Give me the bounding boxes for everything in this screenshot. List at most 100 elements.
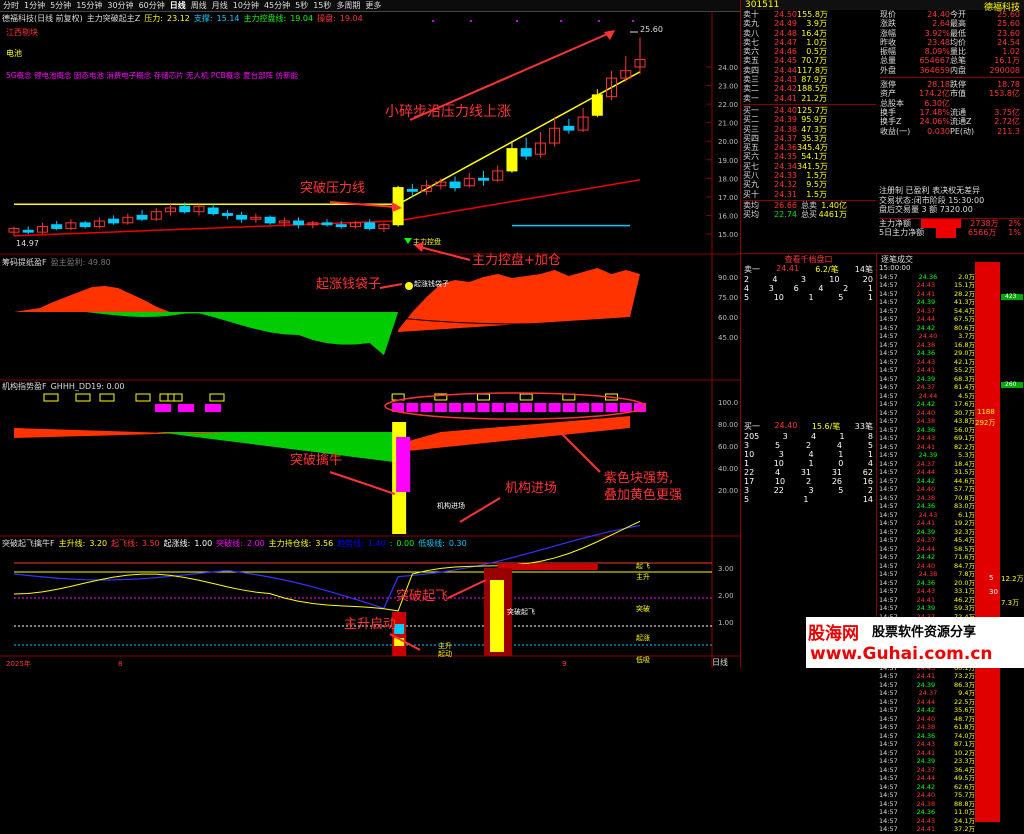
- p3-purple-block: [449, 403, 462, 412]
- queue-cell: 4: [808, 450, 814, 459]
- ytick-label: 17.00: [718, 194, 738, 202]
- p4-legend-key-7: 低吸线:: [418, 539, 445, 548]
- avg-section: 卖均 26.66 总卖 1.40亿 买均 22.74 总买 4461万: [743, 199, 876, 220]
- queue-cell: 4: [811, 432, 817, 441]
- bid-n: 买八: [743, 171, 759, 181]
- control-signal-icon: [404, 238, 412, 244]
- concept-tags: 5G概念 锂电池概念 固态电池 消费电子概念 存储芯片 无人机 PCB概念 夏台…: [6, 71, 299, 80]
- tape-row: 14:57 24.41 10.2万: [879, 749, 975, 758]
- tape-vol: 35.6万: [954, 706, 975, 714]
- menu-item-3[interactable]: 15分钟: [76, 0, 102, 11]
- p3-purple-block: [562, 403, 575, 412]
- tape-price: 24.39: [916, 757, 936, 765]
- tape-vol: 48.7万: [954, 714, 975, 723]
- tape-vol: 9.4万: [958, 689, 975, 697]
- tape-price: 24.36: [916, 425, 936, 434]
- queue-cell: 4: [818, 284, 824, 293]
- menu-item-7[interactable]: 周线: [191, 0, 207, 11]
- menu-item-11[interactable]: 5秒: [295, 0, 308, 11]
- tape-row: 14:57 24.43 6.1万: [879, 511, 975, 520]
- menu-item-9[interactable]: 10分钟: [233, 0, 259, 11]
- menu-item-4[interactable]: 30分钟: [107, 0, 133, 11]
- queue-cell: 16: [862, 477, 873, 486]
- queue-cell: 4: [867, 459, 873, 468]
- menu-item-10[interactable]: 45分钟: [264, 0, 290, 11]
- menu-item-2[interactable]: 5分钟: [50, 0, 71, 11]
- menu-item-6[interactable]: 日线: [170, 0, 186, 11]
- stat-cell: 8.09%: [924, 47, 950, 57]
- flow-value-4: 292万: [975, 419, 996, 427]
- menu-item-14[interactable]: 更多: [365, 0, 381, 11]
- orderbook-link[interactable]: 查看千档盘口: [741, 254, 876, 264]
- bid-row: 买七 24.34 341.5万: [743, 162, 876, 171]
- stat-cell: 流通: [950, 107, 966, 117]
- p3-inst-label: 机构进场: [437, 501, 465, 510]
- note-2: 交易状态:闭市阶段 15:30:00: [879, 195, 985, 205]
- queue-cell: 3: [778, 450, 784, 459]
- tape-vol: 69.1万: [954, 434, 975, 442]
- ask-v: 3.9万: [806, 19, 827, 29]
- tape-vol: 71.6万: [954, 553, 975, 561]
- queue-cell: 5: [867, 441, 873, 450]
- tape-price: 24.43: [916, 357, 936, 366]
- queue-cell: 1: [867, 450, 873, 459]
- menu-item-0[interactable]: 分时: [3, 0, 19, 11]
- bid-n: 买三: [743, 124, 759, 134]
- stat-cell: 总笔: [950, 56, 966, 66]
- stat-cell: 昨收: [880, 37, 896, 47]
- footer-period-tab[interactable]: 日线: [712, 657, 728, 668]
- stock-label: 德福科技(日线 前复权): [2, 14, 83, 23]
- high-price-label: 25.60: [640, 25, 663, 34]
- tape-price: 24.42: [916, 400, 936, 408]
- menu-item-8[interactable]: 月线: [212, 0, 228, 11]
- queue-cell: 5: [838, 293, 844, 302]
- tape-price: 24.38: [916, 417, 936, 425]
- menu-item-13[interactable]: 多周期: [336, 0, 360, 11]
- arrow-takeoff: [447, 579, 487, 599]
- stat-cell: 今开: [950, 10, 966, 19]
- ask-row: 卖六 24.46 0.5万: [743, 47, 876, 56]
- bid-v: 1.5万: [806, 189, 827, 199]
- p3-purple-block: [577, 403, 590, 412]
- tape-price: 24.43: [916, 587, 936, 595]
- tape-time-cell: 14:57: [879, 459, 898, 468]
- tape-price: 24.36: [916, 349, 936, 357]
- tape-vol: 30.7万: [954, 408, 975, 417]
- net2-value: 6566万: [967, 228, 997, 237]
- bid-row: 买六 24.35 54.1万: [743, 152, 876, 161]
- tape-vol: 33.1万: [954, 587, 975, 595]
- ask-row: 卖八 24.48 16.4万: [743, 29, 876, 38]
- stat-cell: 流通Z: [950, 117, 972, 127]
- p3-outline-box: [135, 393, 151, 402]
- tape-time-cell: 14:57: [879, 587, 898, 595]
- menu-item-5[interactable]: 60分钟: [139, 0, 165, 11]
- stock-name: 德福科技: [983, 3, 1020, 13]
- tape-time-cell: 14:57: [879, 740, 898, 748]
- bid-p: 24.36: [774, 143, 797, 153]
- tape-row: 14:57 24.41 28.2万: [879, 290, 975, 299]
- chart-canvas[interactable]: 24.00 23.00 22.00 21.00 20.00 19.00 18.00 17.00…: [0, 12, 740, 668]
- tape-row: 14:57 24.39 5.3万: [879, 451, 975, 460]
- tape-price: 24.39: [916, 604, 936, 612]
- ask-v: 188.5万: [797, 84, 828, 94]
- tape-row: 14:57 24.37 54.4万: [879, 307, 975, 316]
- tape-vol: 23.3万: [954, 757, 975, 765]
- tape-vol: 16.8万: [954, 340, 975, 349]
- menu-item-1[interactable]: 1分钟: [24, 0, 45, 11]
- p3-ytick: 80.00: [718, 421, 738, 429]
- tape-time-cell: 14:57: [879, 774, 898, 782]
- tape-vol: 37.2万: [954, 825, 975, 833]
- menu-item-12[interactable]: 15秒: [313, 0, 331, 11]
- p3-outline-top: [477, 393, 490, 401]
- avg-sell: 26.66: [774, 200, 797, 210]
- queue-cell: 31: [800, 468, 812, 477]
- tape-time-cell: 14:57: [879, 782, 898, 791]
- tape-vol: 88.8万: [954, 799, 975, 808]
- ask-p: 24.44: [774, 65, 797, 75]
- queue-cell: 2: [805, 441, 812, 450]
- tape-time-cell: 14:57: [879, 672, 898, 680]
- tape-time-cell: 14:57: [879, 714, 898, 723]
- p2-signal-label: 起涨钱袋子: [414, 279, 449, 288]
- tick-tape-panel: 逐笔成交 15:00:00 14:57 24.36 2.0万 14:57 24.43 15.…: [876, 253, 1024, 833]
- tape-time-cell: 14:57: [879, 502, 898, 510]
